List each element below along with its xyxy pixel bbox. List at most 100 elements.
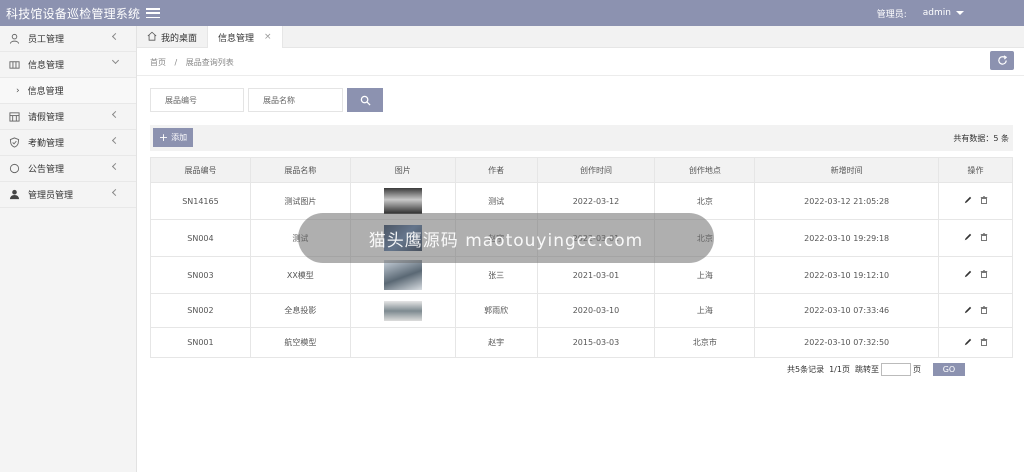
exhibit-thumbnail[interactable] xyxy=(383,300,422,321)
cell-added: 2022-03-10 07:33:46 xyxy=(754,293,940,328)
chevron-left-icon xyxy=(111,32,120,41)
cell-actions xyxy=(938,219,1013,257)
refresh-icon xyxy=(997,55,1007,65)
tab-label: 信息管理 xyxy=(218,33,255,44)
user-area: 管理员: admin xyxy=(877,0,964,26)
user-icon xyxy=(8,33,20,45)
sidebar-item-notice[interactable]: 公告管理 xyxy=(0,156,136,182)
pager-unit: 页 xyxy=(912,365,921,374)
cell-author: 郭雨欣 xyxy=(454,293,538,328)
exhibit-thumbnail[interactable] xyxy=(383,188,422,214)
chevron-left-icon xyxy=(111,162,120,171)
chevron-left-icon xyxy=(111,188,120,197)
go-button[interactable]: GO xyxy=(932,363,965,376)
chevron-left-icon xyxy=(111,110,120,119)
edit-icon[interactable] xyxy=(964,233,972,241)
table-toolbar: + 添加 共有数据：5 条 xyxy=(150,125,1013,151)
exhibit-code-input[interactable] xyxy=(150,88,244,112)
column-header: 作者 xyxy=(454,157,538,183)
cell-code: SN003 xyxy=(150,256,251,294)
cell-code: SN002 xyxy=(150,293,251,328)
cell-code: SN14165 xyxy=(150,182,251,220)
column-header: 图片 xyxy=(349,157,456,183)
user-name: admin xyxy=(922,8,951,18)
divider xyxy=(137,75,1024,76)
cell-name: 航空模型 xyxy=(249,327,351,358)
person-icon xyxy=(8,189,20,201)
pager-jump-label: 跳转至 xyxy=(854,365,879,374)
sidebar-item-attendance[interactable]: 考勤管理 xyxy=(0,130,136,156)
tab-info-management[interactable]: 信息管理 × xyxy=(207,26,283,48)
column-header: 操作 xyxy=(938,157,1013,183)
cell-actions xyxy=(938,256,1013,294)
refresh-button[interactable] xyxy=(990,51,1014,70)
shield-icon xyxy=(8,137,20,149)
edit-icon[interactable] xyxy=(964,196,972,204)
chevron-down-icon xyxy=(111,56,120,65)
add-button[interactable]: + 添加 xyxy=(153,128,193,147)
delete-icon[interactable] xyxy=(980,305,988,314)
sidebar-item-label: 员工管理 xyxy=(28,35,65,45)
column-header: 展品编号 xyxy=(150,157,251,183)
cell-added: 2022-03-12 21:05:28 xyxy=(754,182,940,220)
home-icon xyxy=(147,31,157,44)
chevron-left-icon xyxy=(111,136,120,145)
edit-icon[interactable] xyxy=(964,270,972,278)
app-title: 科技馆设备巡检管理系统 xyxy=(6,6,141,21)
delete-icon[interactable] xyxy=(980,337,988,346)
tab-desktop[interactable]: 我的桌面 xyxy=(137,26,207,48)
menu-toggle-icon[interactable] xyxy=(146,8,161,18)
tab-label: 我的桌面 xyxy=(161,33,198,44)
cell-actions xyxy=(938,293,1013,328)
edit-icon[interactable] xyxy=(964,306,972,314)
user-menu[interactable]: admin xyxy=(923,8,964,18)
plus-icon: + xyxy=(158,131,169,144)
caret-down-icon xyxy=(956,11,964,15)
cell-image xyxy=(349,293,456,328)
sidebar-item-label: 考勤管理 xyxy=(28,139,65,149)
delete-icon[interactable] xyxy=(980,270,988,278)
total-count: 共有数据：5 条 xyxy=(953,134,1009,143)
calendar-icon xyxy=(8,111,20,123)
cell-actions xyxy=(938,182,1013,220)
edit-icon[interactable] xyxy=(964,338,972,346)
top-bar: 科技馆设备巡检管理系统 管理员: admin xyxy=(0,0,1024,26)
column-header: 新增时间 xyxy=(754,157,940,183)
search-button[interactable] xyxy=(347,88,383,112)
add-button-label: 添加 xyxy=(171,133,188,142)
cell-name: 全息投影 xyxy=(249,293,351,328)
cell-added: 2022-03-10 19:29:18 xyxy=(754,219,940,257)
sidebar-item-info[interactable]: 信息管理 xyxy=(0,52,136,78)
cell-author: 赵宇 xyxy=(454,327,538,358)
sidebar-item-label: 请假管理 xyxy=(28,113,65,123)
cell-added: 2022-03-10 19:12:10 xyxy=(754,256,940,294)
column-header: 创作地点 xyxy=(654,157,756,183)
page-jump-input[interactable] xyxy=(880,363,911,376)
tab-bar: 我的桌面 信息管理 × xyxy=(137,26,1024,48)
exhibit-name-input[interactable] xyxy=(248,88,343,112)
table-row: SN001 航空模型 赵宇 2015-03-03 北京市 2022-03-10 … xyxy=(150,327,1013,358)
cell-added: 2022-03-10 07:32:50 xyxy=(754,327,940,358)
sidebar-item-staff[interactable]: 员工管理 xyxy=(0,26,136,52)
watermark-overlay: 猫头鹰源码 maotouyingcc.com xyxy=(298,213,714,263)
sidebar-item-leave[interactable]: 请假管理 xyxy=(0,104,136,130)
cell-code: SN001 xyxy=(150,327,251,358)
grid-icon xyxy=(8,59,20,71)
cell-created: 2015-03-03 xyxy=(536,327,656,358)
sidebar-subitem-info[interactable]: › 信息管理 xyxy=(0,78,136,104)
sidebar: 员工管理 信息管理 › 信息管理 请假管理 考勤管理 公告管理 管理员管理 xyxy=(0,26,137,472)
breadcrumb-home[interactable]: 首页 xyxy=(150,58,166,67)
sidebar-item-label: 信息管理 xyxy=(28,61,65,71)
table-header-row: 展品编号 展品名称 图片 作者 创作时间 创作地点 新增时间 操作 xyxy=(150,157,1013,183)
exhibit-thumbnail[interactable] xyxy=(383,260,422,290)
column-header: 创作时间 xyxy=(536,157,656,183)
close-icon[interactable]: × xyxy=(264,32,272,42)
sidebar-item-label: 管理员管理 xyxy=(28,191,74,201)
sidebar-item-label: 公告管理 xyxy=(28,165,65,175)
cell-created: 2020-03-10 xyxy=(536,293,656,328)
sidebar-item-admin[interactable]: 管理员管理 xyxy=(0,182,136,208)
circle-icon xyxy=(8,163,20,175)
breadcrumb-current: 展品查询列表 xyxy=(185,58,234,67)
delete-icon[interactable] xyxy=(980,196,988,204)
delete-icon[interactable] xyxy=(980,233,988,241)
